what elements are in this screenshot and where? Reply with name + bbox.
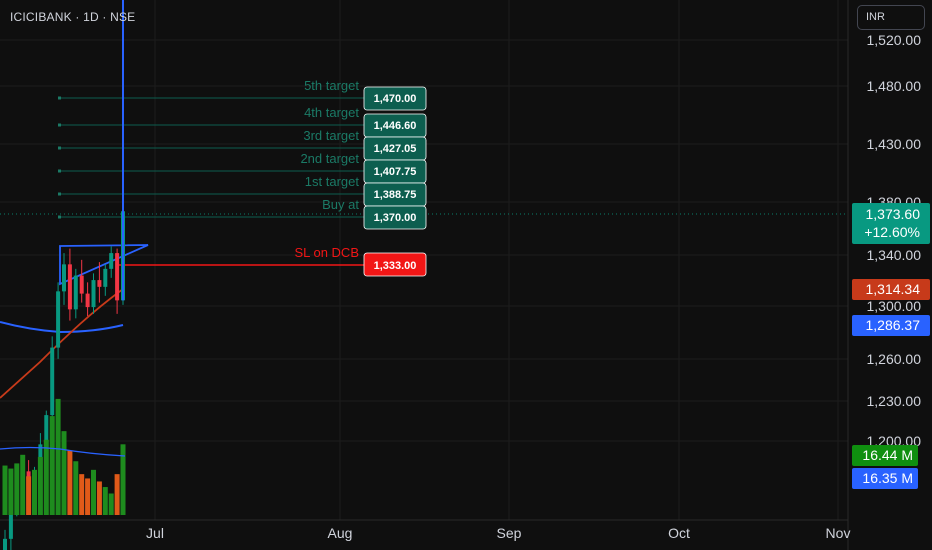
y-tick-label: 1,300.00: [867, 298, 922, 314]
target-line-start: [58, 169, 61, 173]
volume-bar: [2, 465, 8, 515]
volume-bar: [61, 431, 67, 515]
last-price-value: 1,373.60: [866, 206, 921, 222]
target-line-start: [58, 192, 61, 196]
target-line-start: [58, 96, 61, 100]
candle-body: [109, 253, 114, 269]
volume-bar: [26, 476, 32, 515]
volume-bar: [79, 474, 85, 515]
target-value: 1,370.00: [374, 212, 417, 224]
candle-body: [3, 538, 7, 550]
volume-bar: [32, 469, 37, 515]
y-tick-label: 1,260.00: [867, 351, 922, 367]
volume-bar: [73, 461, 79, 515]
candle-body: [79, 275, 84, 294]
target-value: 1,446.60: [374, 120, 417, 132]
x-tick-label: Sep: [497, 525, 522, 541]
target-value: 1,470.00: [374, 93, 417, 105]
chart-background: [0, 0, 932, 550]
candle-body: [115, 253, 120, 301]
y-tick-label: 1,520.00: [867, 32, 922, 48]
volume-bar: [96, 481, 102, 515]
volume-bar: [67, 450, 73, 515]
target-value: 1,427.05: [374, 143, 417, 155]
x-tick-label: Oct: [668, 525, 690, 541]
volume-bar: [8, 468, 14, 515]
volume-bar: [120, 444, 126, 515]
volume-bar: [55, 398, 61, 515]
volume-bar: [49, 416, 55, 515]
volume-bar: [91, 469, 96, 515]
candle-body: [67, 264, 72, 310]
candle-body: [103, 268, 108, 287]
candle-body: [56, 291, 61, 348]
ema-slow-value: 1,286.37: [866, 317, 921, 333]
volume-bar: [102, 487, 108, 515]
price-chart[interactable]: 1,520.001,480.001,430.001,380.001,340.00…: [0, 0, 932, 550]
y-tick-label: 1,430.00: [867, 136, 922, 152]
volume-bar: [43, 439, 49, 515]
stop-loss-value: 1,333.00: [374, 260, 417, 272]
target-label: 1st target: [305, 174, 360, 189]
target-value: 1,407.75: [374, 166, 417, 178]
x-tick-label: Jul: [146, 525, 164, 541]
y-tick-label: 1,230.00: [867, 393, 922, 409]
volume-bar: [85, 478, 91, 515]
ticker-title: ICICIBANK · 1D · NSE: [10, 10, 136, 24]
price-change-value: +12.60%: [864, 224, 920, 240]
volume-ma-value: 16.35 M: [862, 470, 913, 486]
candle-body: [73, 275, 78, 310]
candle-body: [50, 347, 55, 416]
candle-body: [91, 280, 96, 308]
candle-body: [97, 280, 102, 287]
volume-value: 16.44 M: [862, 447, 913, 463]
volume-bar: [114, 474, 120, 515]
target-value: 1,388.75: [374, 189, 417, 201]
target-label: 5th target: [304, 78, 359, 93]
stop-loss-label: SL on DCB: [294, 245, 359, 260]
candle-body: [62, 264, 66, 292]
target-label: Buy at: [322, 197, 359, 212]
target-line-start: [58, 123, 61, 127]
target-line-start: [58, 146, 61, 150]
y-tick-label: 1,480.00: [867, 78, 922, 94]
volume-bar: [108, 493, 114, 515]
ema-fast-value: 1,314.34: [866, 281, 921, 297]
target-label: 3rd target: [303, 128, 359, 143]
target-label: 2nd target: [300, 151, 359, 166]
y-tick-label: 1,340.00: [867, 247, 922, 263]
target-label: 4th target: [304, 105, 359, 120]
currency-button[interactable]: INR: [857, 5, 925, 30]
x-tick-label: Nov: [826, 525, 851, 541]
candle-body: [85, 293, 90, 308]
volume-bar: [14, 463, 20, 515]
volume-bar: [37, 456, 43, 515]
target-line-start: [58, 215, 61, 219]
volume-bar: [20, 454, 26, 515]
x-tick-label: Aug: [328, 525, 353, 541]
